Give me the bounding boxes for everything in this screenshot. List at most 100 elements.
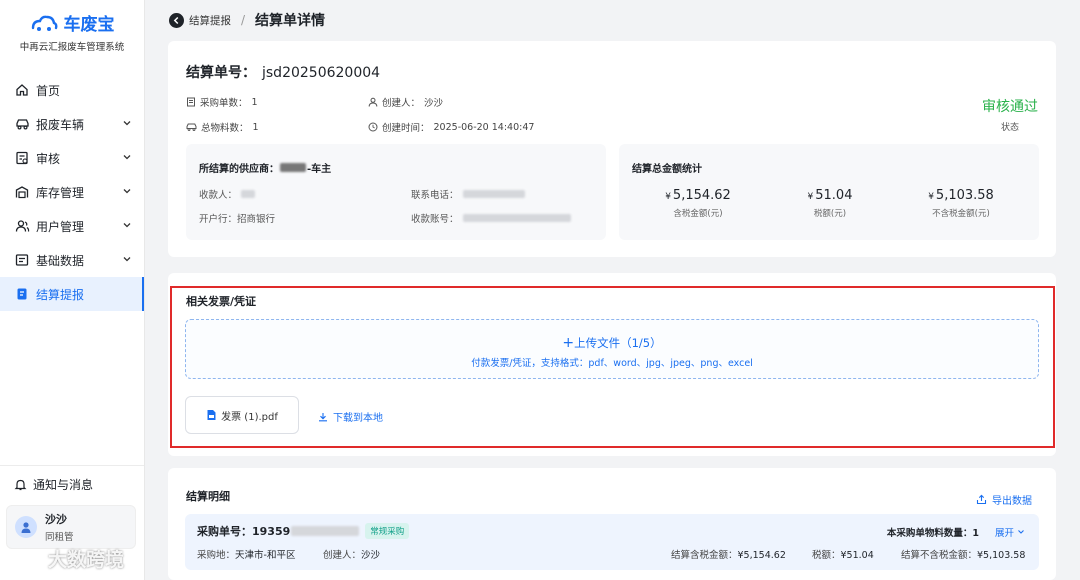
page-title: 结算单详情 (255, 13, 326, 29)
chevron-down-icon (123, 155, 131, 160)
export-button[interactable]: 导出数据 (976, 492, 1032, 507)
phone-label: 联系电话： (411, 190, 459, 201)
status-label: 状态 (1000, 123, 1019, 133)
redacted-phone (462, 190, 525, 198)
chevron-down-icon (123, 223, 131, 228)
material-qty: 本采购单物料数量：1 (887, 525, 979, 539)
chevron-down-icon (123, 189, 131, 194)
sidebar-item-label: 首页 (36, 83, 61, 98)
row-tax-label: 税额： (812, 550, 841, 561)
purchase-order-number: 采购单号： 19359 常规采购 (197, 523, 410, 539)
chevron-down-icon (123, 257, 131, 262)
amount-stats-title: 结算总金额统计 (632, 164, 702, 175)
avatar (15, 516, 37, 538)
sidebar-item-users[interactable]: 用户管理 (0, 209, 144, 243)
row-untaxed-label: 结算不含税金额： (901, 550, 978, 561)
user-role: 同租管 (45, 532, 74, 543)
amount-taxed: ¥5,154.62 含税金额(元) (628, 188, 768, 219)
amount-label: 税额(元) (813, 209, 847, 219)
sidebar-item-label: 结算提报 (36, 287, 85, 302)
sidebar-item-inventory[interactable]: 库存管理 (0, 175, 144, 209)
sidebar-item-label: 报废车辆 (36, 117, 85, 132)
sidebar-item-label: 基础数据 (36, 253, 85, 268)
settlement-number: 结算单号： jsd20250620004 (186, 62, 380, 82)
order-creator-value: 沙沙 (361, 550, 381, 561)
clock-icon (368, 122, 378, 132)
creator-value: 沙沙 (424, 98, 444, 109)
sidebar-item-label: 审核 (36, 151, 61, 166)
row-untaxed-value: ¥5,103.58 (977, 550, 1026, 561)
download-label: 下载到本地 (333, 413, 383, 424)
home-icon (14, 82, 30, 98)
qty-label: 本采购单物料数量： (886, 528, 973, 539)
download-link[interactable]: 下载到本地 (318, 409, 383, 424)
plus-icon: + (562, 335, 575, 351)
audit-icon (14, 150, 30, 166)
created-time-value: 2025-06-20 14:40:47 (433, 121, 535, 133)
sidebar-item-basic-data[interactable]: 基础数据 (0, 243, 144, 277)
phone: 联系电话： (411, 187, 525, 201)
sidebar-item-audit[interactable]: 审核 (0, 141, 144, 175)
upload-button[interactable]: +上传文件（1/5） (186, 335, 1038, 351)
chevron-down-icon (1018, 530, 1024, 534)
notifications-link[interactable]: 通知与消息 (14, 476, 93, 493)
export-label: 导出数据 (992, 496, 1032, 507)
row-tax-value: ¥51.04 (840, 550, 874, 561)
status-text: 审核通过 (982, 99, 1038, 115)
qty-value: 1 (972, 528, 979, 539)
watermark-logo-icon (8, 549, 42, 568)
sidebar-item-home[interactable]: 首页 (0, 73, 144, 107)
amount-label: 含税金额(元) (673, 209, 723, 219)
order-label: 采购单号： (197, 525, 252, 538)
sidebar-item-settlement[interactable]: 结算提报 (0, 277, 144, 311)
created-time-label: 创建时间： (382, 123, 430, 134)
sidebar: 车废宝 中再云汇报废车管理系统 首页 报废车辆 审核 库存管理 用户管理 基础数… (0, 0, 145, 580)
sidebar-nav: 首页 报废车辆 审核 库存管理 用户管理 基础数据 结算提报 (0, 73, 144, 311)
file-item[interactable]: 发票 (1).pdf (185, 396, 299, 434)
order-prefix: 19359 (252, 524, 291, 538)
redacted-supplier (280, 163, 306, 172)
purchase-order-row[interactable]: 采购单号： 19359 常规采购 采购地：天津市-和平区 创建人：沙沙 本采购单物… (185, 514, 1039, 570)
status-badge: 审核通过 状态 (982, 96, 1038, 133)
details-title: 结算明细 (186, 490, 230, 503)
order-type-tag: 常规采购 (365, 523, 410, 539)
sidebar-item-scrap-vehicles[interactable]: 报废车辆 (0, 107, 144, 141)
order-creator-label: 创建人： (323, 550, 362, 561)
purchase-count: 采购单数： 1 (186, 95, 258, 109)
material-count: 总物料数： 1 (186, 120, 259, 134)
supplier-title: 所结算的供应商： -车主 (199, 160, 331, 175)
file-icon (207, 410, 216, 420)
amount-stats-box: 结算总金额统计 ¥5,154.62 含税金额(元) ¥51.04 税额(元) ¥… (619, 144, 1039, 240)
app-name: 车废宝 (63, 15, 115, 35)
row-taxed-amount: 结算含税金额：¥5,154.62 (671, 547, 786, 561)
chevron-left-icon (173, 16, 179, 24)
material-count-value: 1 (252, 121, 259, 133)
back-button[interactable] (169, 12, 184, 28)
payee-label: 收款人： (199, 190, 238, 201)
bell-icon (14, 479, 27, 491)
amount-value: 5,154.62 (672, 188, 731, 203)
notifications-label: 通知与消息 (33, 478, 94, 492)
sidebar-item-label: 库存管理 (36, 185, 85, 200)
amount-label: 不含税金额(元) (932, 209, 990, 219)
row-untaxed-amount: 结算不含税金额：¥5,103.58 (901, 547, 1025, 561)
order-creator: 创建人：沙沙 (323, 547, 380, 561)
currency-symbol: ¥ (665, 192, 671, 202)
upload-dropzone[interactable]: +上传文件（1/5） 付款发票/凭证，支持格式：pdf、word、jpg、jpe… (185, 319, 1039, 379)
logo: 车废宝 (0, 0, 144, 35)
breadcrumb-separator: / (241, 13, 246, 27)
breadcrumb-parent[interactable]: 结算提报 (189, 13, 231, 28)
user-card[interactable]: 沙沙 同租管 (6, 505, 136, 549)
user-name: 沙沙 (45, 513, 67, 526)
row-taxed-label: 结算含税金额： (671, 550, 738, 561)
expand-toggle[interactable]: 展开 (995, 525, 1025, 539)
settlement-number-value: jsd20250620004 (262, 65, 381, 81)
bank-label: 开户行： (199, 214, 238, 225)
download-icon (319, 412, 327, 421)
user-icon (368, 97, 378, 107)
redacted-account (462, 214, 571, 222)
users-icon (14, 218, 30, 234)
settlement-number-label: 结算单号： (186, 65, 256, 81)
account-label: 收款账号： (411, 214, 459, 225)
payee: 收款人： (199, 187, 256, 201)
